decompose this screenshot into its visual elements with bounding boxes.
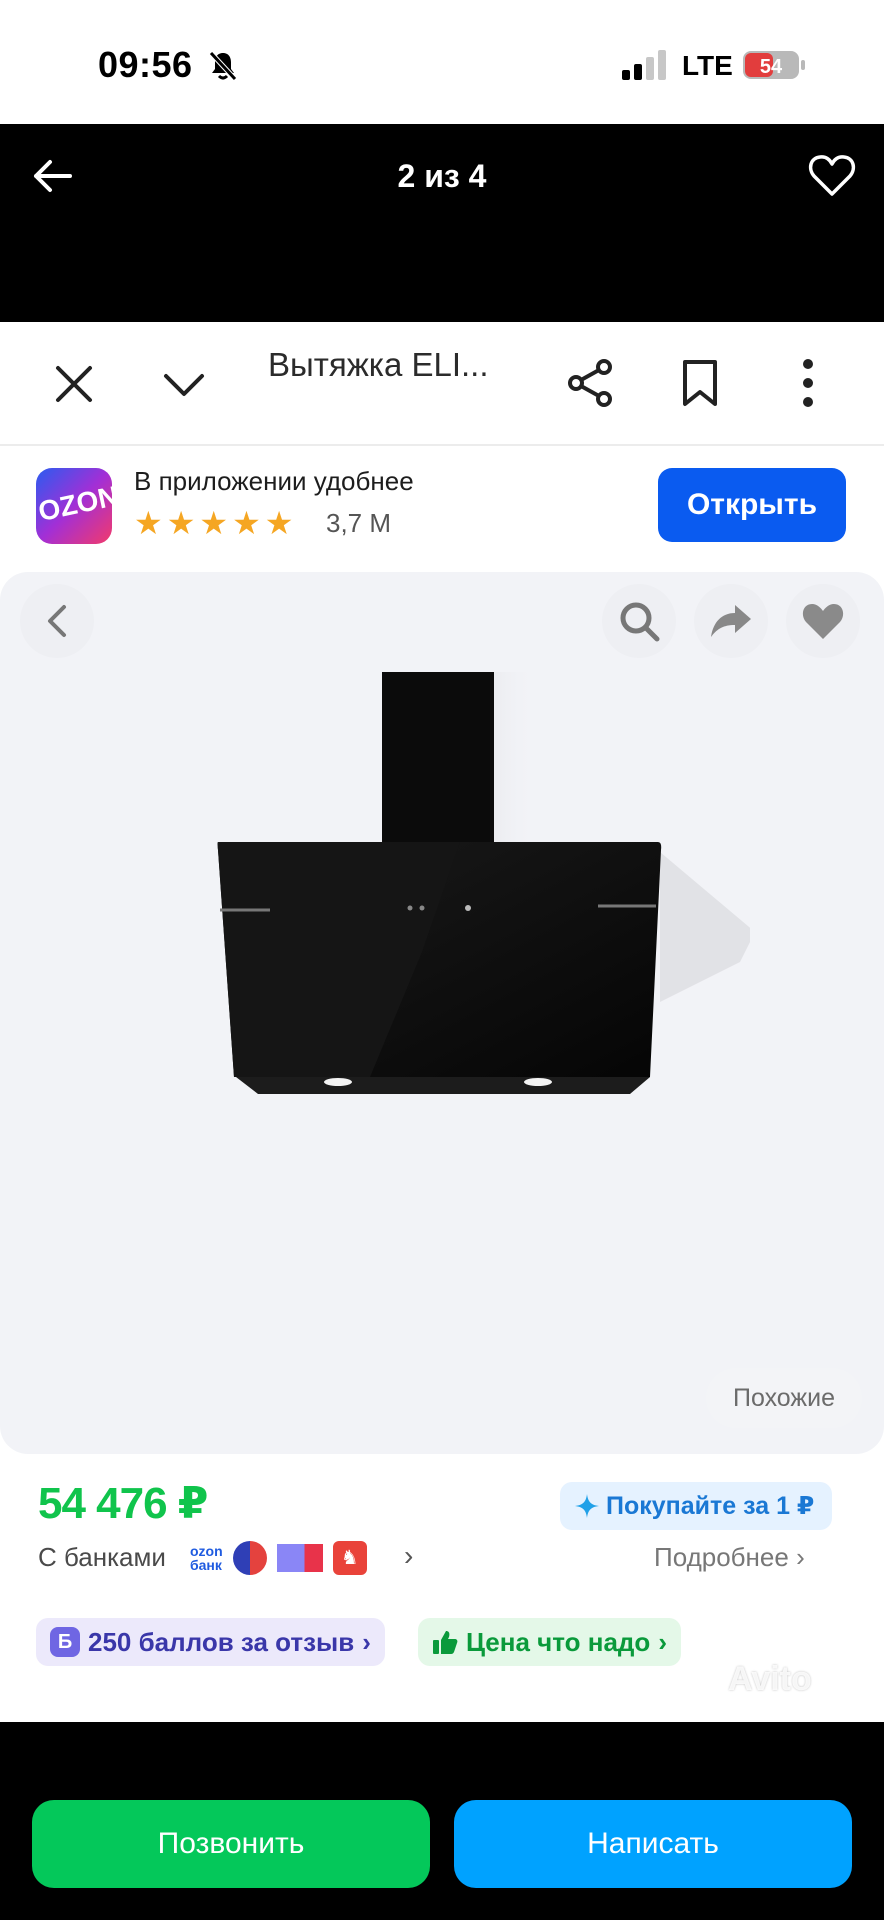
price: 54 476 ₽ — [38, 1479, 208, 1528]
similar-button: Похожие — [706, 1368, 862, 1428]
network-label: LTE — [682, 50, 733, 81]
share-icon — [568, 359, 612, 407]
points-chip-label: 250 баллов за отзыв — [88, 1626, 355, 1657]
buy-for-one-badge: Покупайте за 1 ₽ — [560, 1482, 833, 1530]
search-icon — [620, 602, 660, 642]
call-button[interactable]: Позвонить — [32, 1800, 430, 1888]
chevron-right-icon: › — [796, 1542, 805, 1572]
star-icon: ★ — [134, 505, 163, 541]
star-icon: ★ — [166, 505, 196, 541]
chevron-left-icon — [48, 605, 66, 637]
chevron-right-icon: › — [658, 1626, 667, 1657]
status-time: 09:56 — [98, 44, 193, 85]
gallery-share-button — [694, 584, 768, 658]
gallery-favorite-button — [786, 584, 860, 658]
star-icon: ★ — [264, 505, 294, 541]
gallery-search-button — [602, 584, 676, 658]
good-price-chip: Цена что надо › — [418, 1618, 681, 1666]
chevron-right-icon: › — [404, 1540, 414, 1571]
gallery-back-button — [20, 584, 94, 658]
points-for-review-chip: Б 250 баллов за отзыв › — [36, 1618, 385, 1666]
thumbs-up-icon — [433, 1631, 458, 1654]
chevron-right-icon: › — [362, 1626, 371, 1657]
price-section: 54 476 ₽ Покупайте за 1 ₽ С банками ozon… — [0, 1456, 884, 1722]
share-arrow-icon — [711, 605, 751, 637]
bank-logo-circle — [232, 1541, 267, 1575]
sparkle-icon — [575, 1494, 599, 1518]
status-bar: 09:56 LTE 54 — [0, 0, 884, 124]
rating-stars: ★ ★ ★ ★ ★ — [134, 506, 293, 540]
bookmark-icon — [683, 360, 717, 406]
open-app-button: Открыть — [658, 468, 846, 542]
bell-muted-icon — [209, 51, 237, 81]
bank-logo-red: ♞ — [332, 1541, 367, 1575]
listing-photo[interactable]: Вытяжка ELI... OZON В приложении удобнее… — [0, 322, 884, 1722]
promo-text: В приложении удобнее — [134, 466, 414, 496]
banks-label: С банками — [38, 1542, 166, 1572]
bank-logo-flag — [276, 1544, 323, 1572]
app-promo-banner: OZON В приложении удобнее ★ ★ ★ ★ ★ 3,7 … — [0, 446, 884, 570]
more-details-link: Подробнее › — [654, 1542, 805, 1572]
photo-counter: 2 из 4 — [397, 158, 487, 194]
chevron-down-icon — [164, 374, 204, 396]
product-gallery: Похожие — [0, 572, 884, 1454]
star-icon: ★ — [199, 505, 229, 541]
star-icon: ★ — [232, 505, 261, 541]
contact-actions: Позвонить Написать — [0, 1722, 884, 1920]
ozon-bank-logo: ozon банк — [190, 1543, 223, 1573]
bank-icons: ozon банк ♞ — [190, 1538, 367, 1578]
avito-watermark: Avito — [728, 1660, 812, 1698]
rating-count: 3,7 М — [326, 508, 392, 538]
close-icon — [56, 366, 92, 402]
write-button[interactable]: Написать — [454, 1800, 852, 1888]
points-badge-icon: Б — [50, 1627, 80, 1657]
browser-toolbar: Вытяжка ELI... — [0, 322, 884, 446]
gallery-header: 2 из 4 — [0, 124, 884, 322]
buy-for-one-label: Покупайте за 1 ₽ — [606, 1492, 815, 1520]
heart-outline-icon[interactable] — [808, 152, 856, 198]
price-chip-label: Цена что надо — [466, 1626, 651, 1657]
ozon-logo: OZON — [36, 468, 112, 544]
battery-level: 54 — [760, 56, 783, 78]
heart-icon — [802, 604, 844, 639]
browser-title: Вытяжка ELI... — [268, 346, 489, 383]
battery-icon: 54 — [743, 51, 805, 79]
more-vertical-icon — [803, 359, 813, 407]
cooker-hood-image — [217, 672, 750, 1094]
signal-icon — [622, 50, 666, 80]
